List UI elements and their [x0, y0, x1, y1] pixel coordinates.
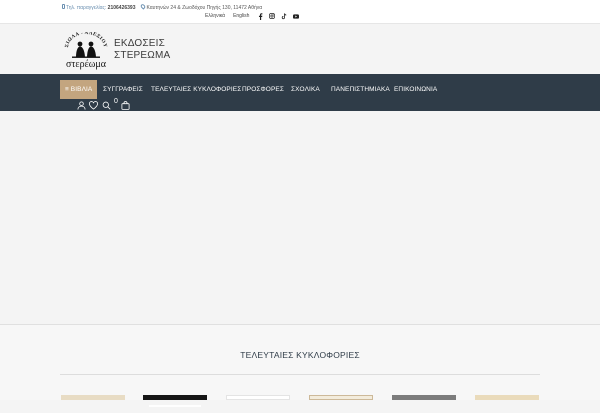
hero-area: [0, 111, 600, 324]
top-info-bar: Τηλ. παραγγελίας: 2106426393 Καυτηνών 24…: [0, 0, 600, 24]
contact-info: Τηλ. παραγγελίας: 2106426393 Καυτηνών 24…: [62, 3, 263, 11]
brand-line-1: ΕΚΔΟΣΕΙΣ: [114, 38, 165, 49]
title-underline: [60, 374, 540, 375]
logo-arc-text: ΣΙΩΛΑ - ΑΛΕΞΙΟΥ: [65, 31, 107, 48]
tiktok-icon[interactable]: [281, 12, 287, 19]
book-cover-5[interactable]: [392, 395, 456, 400]
user-account-icon[interactable]: [77, 97, 86, 110]
nav-item-university[interactable]: ΠΑΝΕΠΙΣΤΗΜΙΑΚΑ: [331, 80, 390, 99]
svg-text:ΣΙΩΛΑ - ΑΛΕΞΙΟΥ: ΣΙΩΛΑ - ΑΛΕΞΙΟΥ: [65, 32, 107, 48]
book-cover-2[interactable]: [143, 395, 207, 407]
book-cover-1[interactable]: [61, 395, 125, 400]
youtube-icon[interactable]: [293, 13, 300, 19]
phone-label: Τηλ. παραγγελίας:: [66, 5, 107, 11]
lang-social-row: Ελληνικά English: [205, 12, 300, 20]
nav-item-school[interactable]: ΣΧΟΛΙΚΑ: [291, 80, 320, 99]
lang-english-link[interactable]: English: [233, 13, 249, 19]
search-icon[interactable]: [102, 97, 111, 110]
brand-line-2: ΣΤΕΡΕΩΜΑ: [114, 50, 171, 61]
book-cover-6[interactable]: [475, 395, 539, 400]
facebook-icon[interactable]: [257, 12, 263, 20]
instagram-icon[interactable]: [269, 13, 276, 19]
latest-releases-section: [0, 325, 600, 400]
lang-greek-link[interactable]: Ελληνικά: [205, 13, 225, 19]
cart-bag-icon[interactable]: [121, 97, 130, 110]
logo-wordmark: στερέωμα: [66, 59, 107, 70]
brand-name[interactable]: ΕΚΔΟΣΕΙΣ ΣΤΕΡΕΩΜΑ: [114, 38, 170, 62]
phone-icon: [62, 4, 65, 9]
address-text: Καυτηνών 24 & Ζωοδόχου Πηγής 130, 11472 …: [146, 5, 263, 11]
nav-item-contact[interactable]: ΕΠΙΚΟΙΝΩΝΙΑ: [394, 80, 437, 99]
phone-number: 2106426393: [107, 5, 136, 11]
latest-releases-title: ΤΕΛΕΥΤΑΙΕΣ ΚΥΚΛΟΦΟΡΙΕΣ: [240, 350, 360, 360]
book-cover-4[interactable]: [309, 395, 373, 400]
wishlist-heart-icon[interactable]: [89, 97, 98, 110]
phone-info[interactable]: Τηλ. παραγγελίας: 2106426393: [62, 4, 135, 11]
book-cover-3[interactable]: [226, 395, 290, 400]
address-info: Καυτηνών 24 & Ζωοδόχου Πηγής 130, 11472 …: [140, 3, 263, 11]
nav-item-offers[interactable]: ΠΡΟΣΦΟΡΕΣ: [242, 80, 284, 99]
nav-item-latest-releases[interactable]: ΤΕΛΕΥΤΑΙΕΣ ΚΥΚΛΟΦΟΡΙΕΣ: [151, 80, 241, 99]
site-logo[interactable]: ΣΙΩΛΑ - ΑΛΕΞΙΟΥ στερέωμα: [60, 31, 112, 70]
cart-count[interactable]: 0: [114, 97, 118, 106]
